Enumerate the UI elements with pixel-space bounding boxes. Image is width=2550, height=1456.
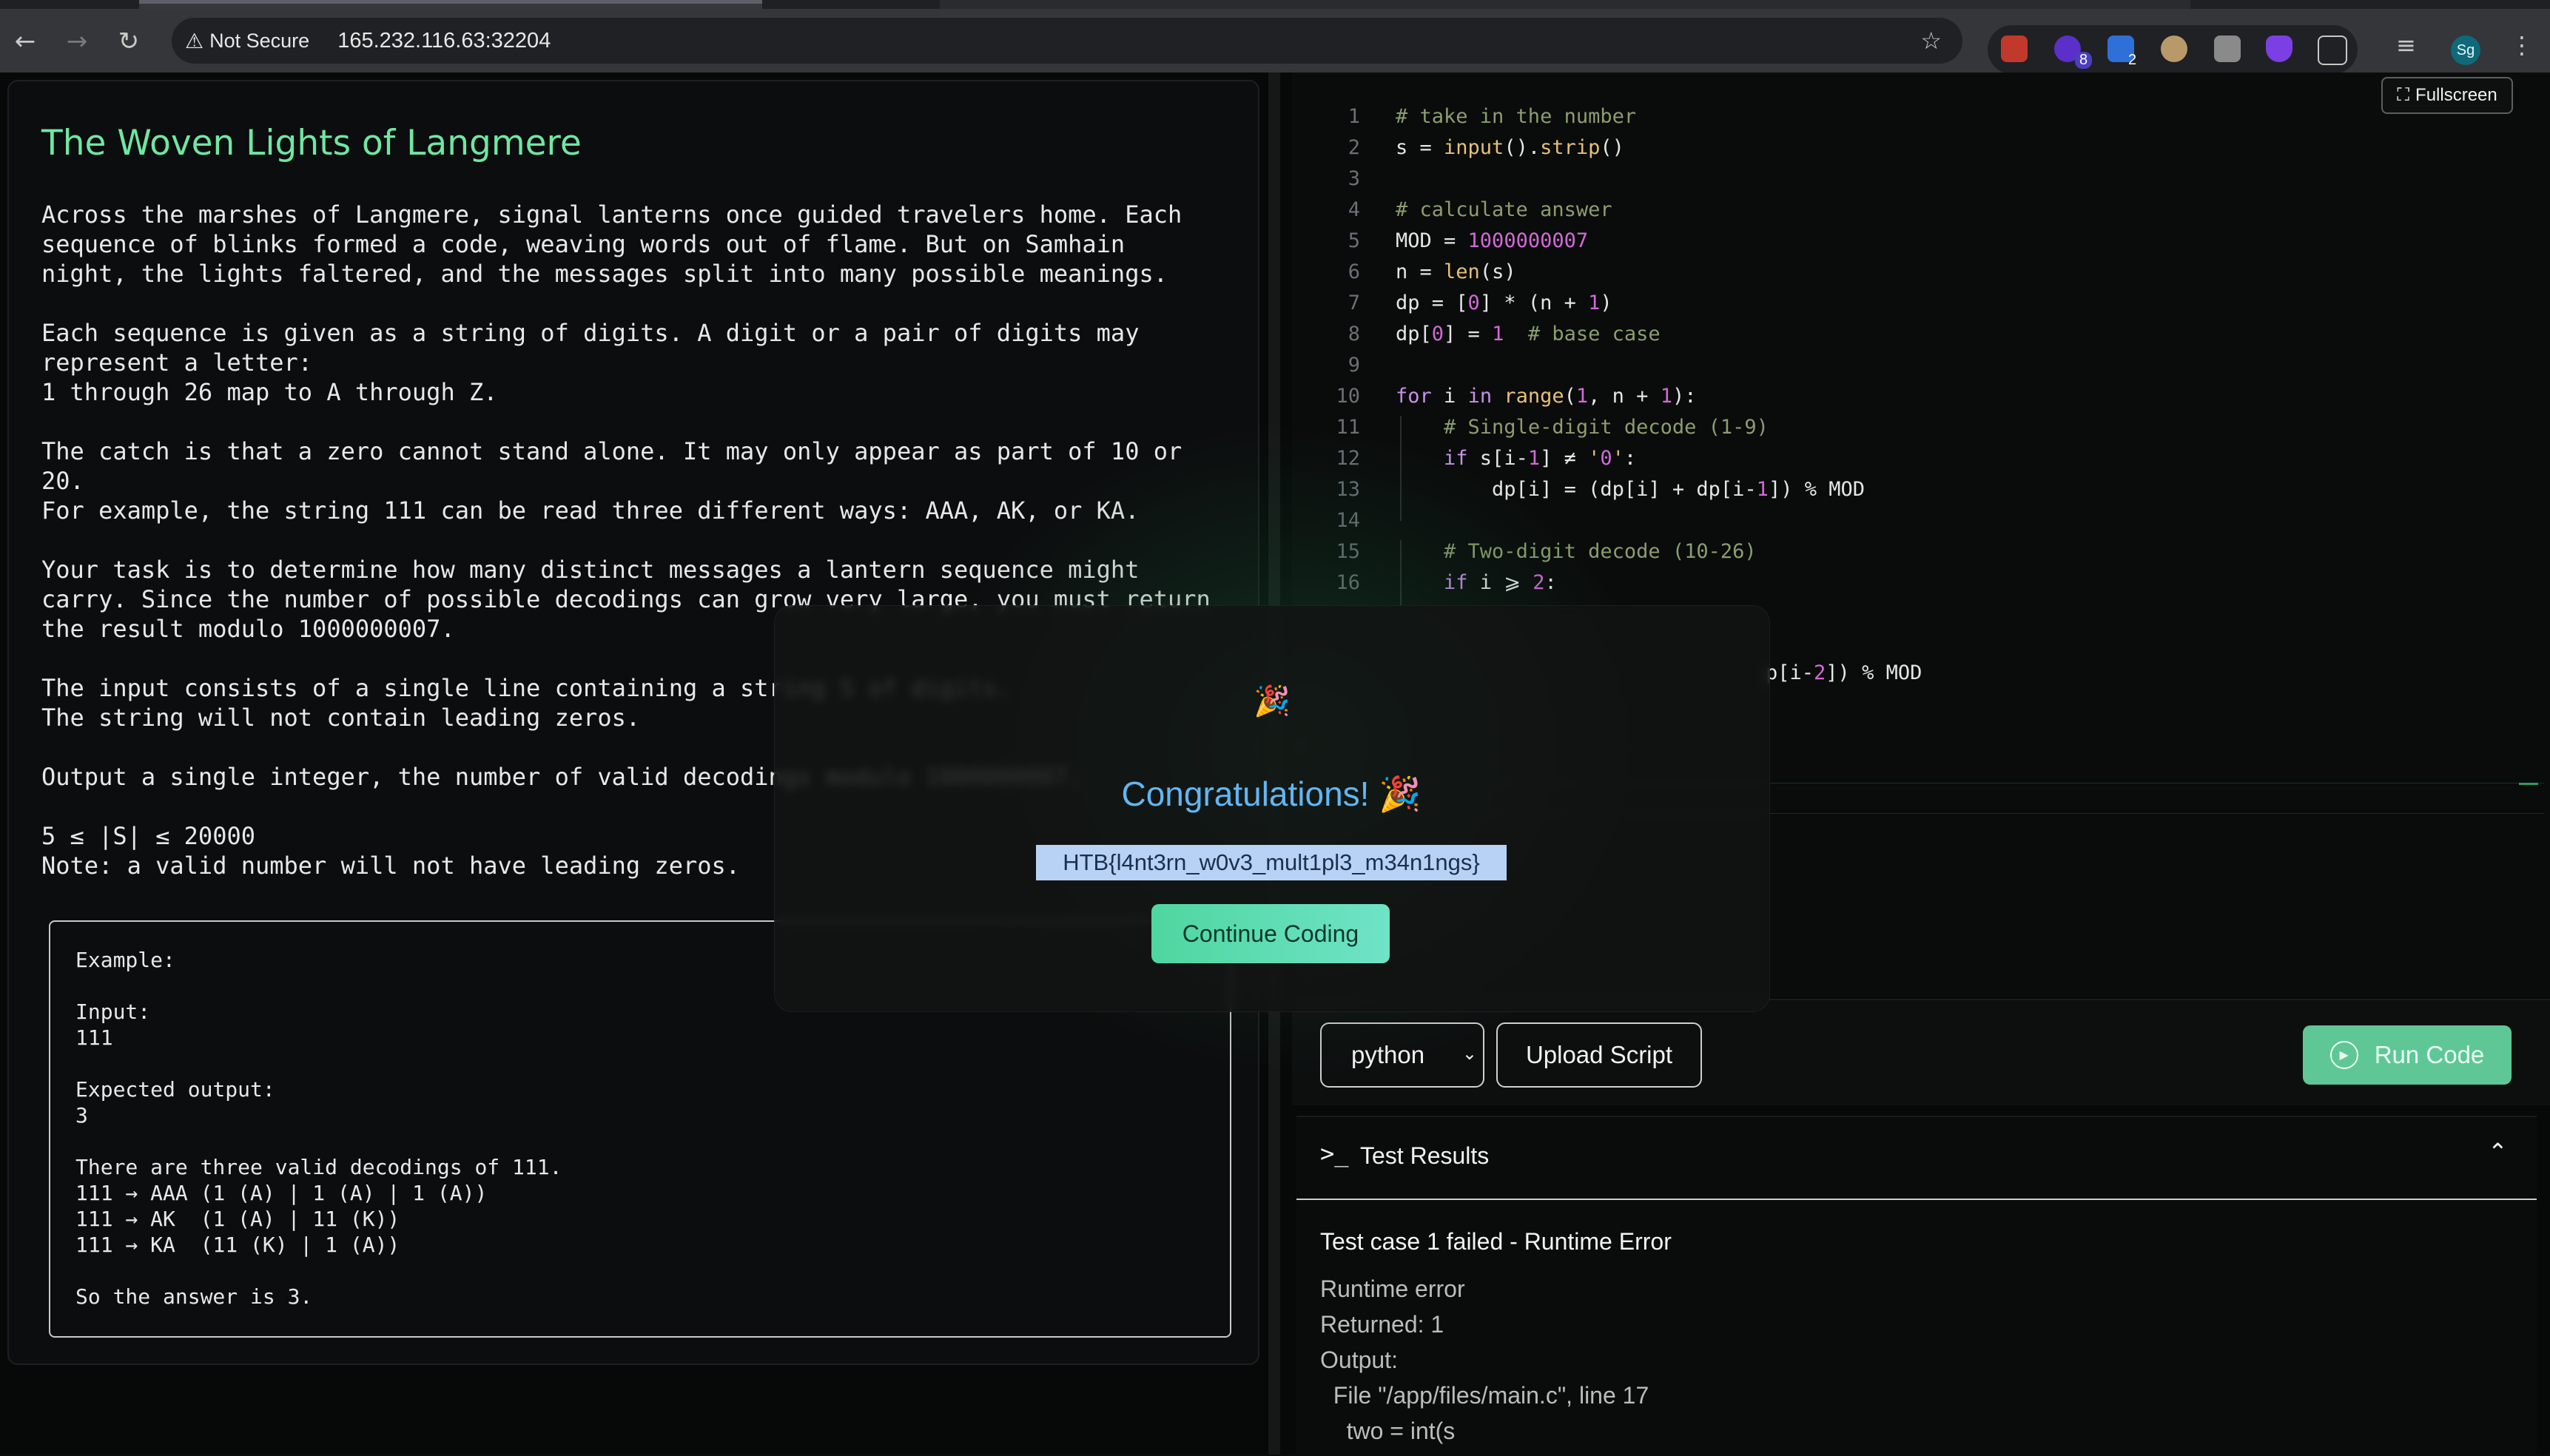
terminal-icon: >_ xyxy=(1320,1139,1349,1167)
result-line: Returned: 1 xyxy=(1320,1311,1444,1338)
result-line: Runtime error xyxy=(1320,1275,1465,1302)
line-number: 10 xyxy=(1336,385,1360,408)
reload-icon[interactable]: ↻ xyxy=(112,25,145,58)
code-line[interactable]: if i ⩾ 2: xyxy=(1396,571,1557,594)
language-select[interactable]: python ⌄ xyxy=(1320,1022,1484,1088)
code-line[interactable]: # Two-digit decode (10-26) xyxy=(1396,540,1757,563)
run-code-label: Run Code xyxy=(2374,1041,2485,1068)
code-line[interactable]: for i in range(1, n + 1): xyxy=(1396,385,1696,408)
code-line[interactable]: s = input().strip() xyxy=(1396,136,1624,159)
example-text: Example: Input: 111 Expected output: 3 T… xyxy=(75,948,562,1309)
code-line[interactable]: MOD = 1000000007 xyxy=(1396,229,1588,252)
address-bar[interactable]: ⚠ Not Secure 165.232.116.63:32204 ☆ xyxy=(172,18,1962,64)
inactive-tab[interactable] xyxy=(940,0,2190,9)
extension-badge: 2 xyxy=(2128,52,2137,68)
extension-icon[interactable] xyxy=(2161,36,2187,62)
url-text[interactable]: 165.232.116.63:32204 xyxy=(337,29,551,53)
line-number: 7 xyxy=(1348,291,1360,314)
code-line[interactable]: # take in the number xyxy=(1396,105,1636,128)
line-number: 9 xyxy=(1348,354,1360,377)
fullscreen-button[interactable]: ⛶ Fullscreen xyxy=(2381,77,2513,114)
flag-text[interactable]: HTB{l4nt3rn_w0v3_mult1pl3_m34n1ngs} xyxy=(1036,845,1507,880)
bookmark-star-icon[interactable]: ☆ xyxy=(1920,27,1942,55)
extension-icon[interactable] xyxy=(2214,36,2241,62)
puzzle-extensions-icon[interactable] xyxy=(2318,36,2347,65)
line-number: 14 xyxy=(1336,509,1360,532)
indent-guide xyxy=(1400,540,1402,614)
problem-title: The Woven Lights of Langmere xyxy=(41,123,582,164)
security-label: Not Secure xyxy=(209,29,310,52)
result-line: Output: xyxy=(1320,1347,1398,1373)
test-status: Test case 1 failed - Runtime Error xyxy=(1320,1228,1672,1255)
line-number: 5 xyxy=(1348,229,1360,252)
line-number: 15 xyxy=(1336,540,1360,563)
congratulations-heading: Congratulations! 🎉 xyxy=(1121,775,1422,813)
line-number: 8 xyxy=(1348,323,1360,346)
language-value: python xyxy=(1351,1041,1425,1068)
line-number: 13 xyxy=(1336,478,1360,501)
code-line[interactable]: # calculate answer xyxy=(1396,198,1612,221)
extension-icon[interactable] xyxy=(2001,36,2028,62)
line-number: 6 xyxy=(1348,260,1360,283)
back-icon[interactable]: ← xyxy=(9,25,41,58)
line-number: 3 xyxy=(1348,167,1360,190)
security-indicator[interactable]: ⚠ Not Secure xyxy=(185,29,309,53)
tab-strip xyxy=(0,0,2550,9)
menu-kebab-icon[interactable]: ⋮ xyxy=(2510,31,2534,59)
line-number: 16 xyxy=(1336,571,1360,594)
media-controls-icon[interactable]: ≡ xyxy=(2396,31,2416,59)
test-results-title: Test Results xyxy=(1360,1142,1490,1169)
code-line[interactable]: dp = [0] * (n + 1) xyxy=(1396,291,1612,314)
line-number: 2 xyxy=(1348,136,1360,159)
upload-script-button[interactable]: Upload Script xyxy=(1496,1022,1702,1088)
continue-coding-button[interactable]: Continue Coding xyxy=(1151,904,1390,963)
code-fragment: p[i-2]) % MOD xyxy=(1766,661,1922,684)
code-line[interactable]: dp[i] = (dp[i] + dp[i-1]) % MOD xyxy=(1396,478,1865,501)
result-line: File "/app/files/main.c", line 17 xyxy=(1320,1382,1649,1409)
indent-guide xyxy=(1400,416,1402,521)
line-number: 1 xyxy=(1348,105,1360,128)
browser-toolbar: ← → ↻ ⚠ Not Secure 165.232.116.63:32204 … xyxy=(0,9,2550,74)
extension-badge: 8 xyxy=(2075,52,2093,69)
run-code-button[interactable]: ▶ Run Code xyxy=(2303,1025,2512,1085)
forward-icon[interactable]: → xyxy=(61,25,93,58)
line-number: 4 xyxy=(1348,198,1360,221)
warning-icon: ⚠ xyxy=(185,29,204,53)
chevron-down-icon: ⌄ xyxy=(1461,1044,1477,1064)
line-number: 12 xyxy=(1336,447,1360,470)
play-icon: ▶ xyxy=(2329,1041,2358,1069)
expand-icon: ⛶ xyxy=(2397,85,2410,105)
fullscreen-label: Fullscreen xyxy=(2415,85,2497,105)
active-tab[interactable] xyxy=(139,0,762,9)
chevron-up-icon[interactable]: ⌃ xyxy=(2488,1138,2508,1166)
shield-extension-icon[interactable] xyxy=(2266,36,2292,62)
code-line[interactable]: n = len(s) xyxy=(1396,260,1516,283)
party-popper-icon: 🎉 xyxy=(1254,684,1291,718)
code-line[interactable]: # Single-digit decode (1-9) xyxy=(1396,416,1769,439)
profile-avatar[interactable]: Sg xyxy=(2451,36,2480,65)
code-line[interactable]: dp[0] = 1 # base case xyxy=(1396,323,1661,346)
extensions-area: 8 2 xyxy=(1988,25,2358,74)
code-line[interactable]: if s[i-1] ≠ '0': xyxy=(1396,447,1636,470)
cursor-marker xyxy=(2519,783,2538,785)
line-number: 11 xyxy=(1336,416,1360,439)
result-line: two = int(s xyxy=(1320,1418,1456,1444)
